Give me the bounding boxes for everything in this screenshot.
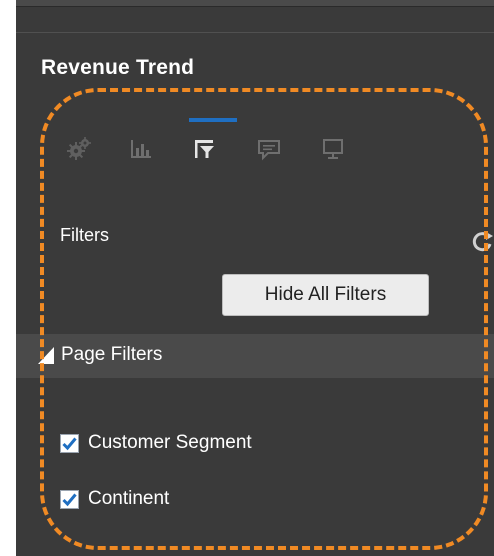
refresh-icon[interactable] [471, 230, 494, 254]
checkbox-customer-segment[interactable] [60, 433, 79, 453]
presentation-board-icon[interactable] [318, 134, 348, 164]
filter-icon[interactable] [190, 134, 220, 164]
speech-bubble-icon[interactable] [254, 134, 284, 164]
collapse-triangle-icon[interactable] [38, 347, 54, 364]
page-filters-label: Page Filters [61, 344, 163, 365]
divider [16, 32, 494, 33]
continent-label: Continent [88, 488, 170, 509]
filter-customer-segment[interactable]: Customer Segment [60, 430, 252, 456]
customer-segment-label: Customer Segment [88, 432, 252, 453]
active-tab-indicator [189, 118, 237, 122]
panel-title: Revenue Trend [41, 56, 195, 79]
hide-all-filters-button[interactable]: Hide All Filters [222, 274, 429, 316]
gears-icon[interactable] [64, 134, 94, 164]
panel-toolbar [64, 134, 384, 164]
checkbox-continent[interactable] [60, 489, 79, 509]
filter-continent[interactable]: Continent [60, 486, 169, 512]
panel-top-strip [16, 0, 494, 7]
properties-panel: Revenue Trend Filters Hide All Filters P… [16, 0, 494, 556]
filters-heading: Filters [60, 225, 109, 245]
bar-chart-icon[interactable] [126, 134, 156, 164]
